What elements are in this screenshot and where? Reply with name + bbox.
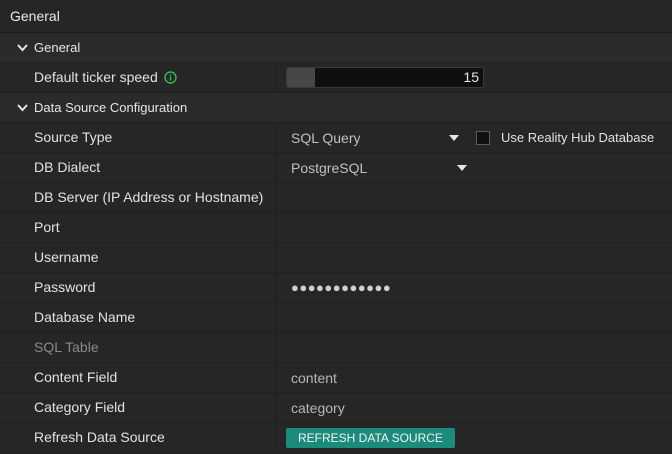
field-label: DB Dialect <box>0 153 276 182</box>
section-header-data-source[interactable]: Data Source Configuration <box>0 93 672 123</box>
field-label: Content Field <box>0 363 276 392</box>
database-name-input[interactable] <box>276 303 672 332</box>
field-label: Username <box>0 243 276 272</box>
field-label: Category Field <box>0 393 276 422</box>
db-dialect-select[interactable]: PostgreSQL <box>291 153 467 182</box>
use-reality-hub-label[interactable]: Use Reality Hub Database <box>501 130 654 145</box>
field-label: SQL Table <box>0 333 276 362</box>
row-database-name: Database Name <box>0 303 672 333</box>
field-label: DB Server (IP Address or Hostname) <box>0 183 276 212</box>
sql-table-input <box>276 333 672 362</box>
section-header-general[interactable]: General <box>0 33 672 63</box>
row-username: Username <box>0 243 672 273</box>
password-input[interactable]: ●●●●●●●●●●●● <box>276 273 672 302</box>
page-title: General <box>0 0 672 33</box>
port-input[interactable] <box>276 213 672 242</box>
select-value: PostgreSQL <box>291 159 368 176</box>
field-label: Default ticker speed <box>0 63 276 92</box>
row-category-field: Category Field category <box>0 393 672 423</box>
row-refresh-data-source: Refresh Data Source REFRESH DATA SOURCE <box>0 423 672 453</box>
section-header-label: Data Source Configuration <box>34 100 188 115</box>
slider-value: 15 <box>463 69 479 85</box>
row-sql-table: SQL Table <box>0 333 672 363</box>
password-value: ●●●●●●●●●●●● <box>291 280 392 295</box>
info-icon[interactable] <box>164 71 177 84</box>
row-db-dialect: DB Dialect PostgreSQL <box>0 153 672 183</box>
chevron-down-icon[interactable] <box>16 101 29 114</box>
row-db-server: DB Server (IP Address or Hostname) <box>0 183 672 213</box>
select-value: SQL Query <box>291 129 361 146</box>
row-content-field: Content Field content <box>0 363 672 393</box>
category-field-input[interactable]: category <box>276 393 672 422</box>
field-label: Database Name <box>0 303 276 332</box>
field-label: Source Type <box>0 123 276 152</box>
field-label: Port <box>0 213 276 242</box>
caret-down-icon[interactable] <box>449 134 459 141</box>
row-default-ticker-speed: Default ticker speed 15 <box>0 63 672 93</box>
row-source-type: Source Type SQL Query Use Reality Hub Da… <box>0 123 672 153</box>
section-header-label: General <box>34 40 81 55</box>
content-field-input[interactable]: content <box>276 363 672 392</box>
field-label: Refresh Data Source <box>0 423 276 452</box>
field-label: Password <box>0 273 276 302</box>
ticker-speed-slider[interactable]: 15 <box>286 67 484 88</box>
row-port: Port <box>0 213 672 243</box>
username-input[interactable] <box>276 243 672 272</box>
use-reality-hub-checkbox[interactable] <box>476 130 490 145</box>
slider-fill <box>287 68 315 87</box>
refresh-data-source-button[interactable]: REFRESH DATA SOURCE <box>286 427 455 448</box>
caret-down-icon[interactable] <box>457 164 467 171</box>
db-server-input[interactable] <box>276 183 672 212</box>
row-password: Password ●●●●●●●●●●●● <box>0 273 672 303</box>
source-type-select[interactable]: SQL Query <box>291 123 459 152</box>
chevron-down-icon[interactable] <box>16 41 29 54</box>
